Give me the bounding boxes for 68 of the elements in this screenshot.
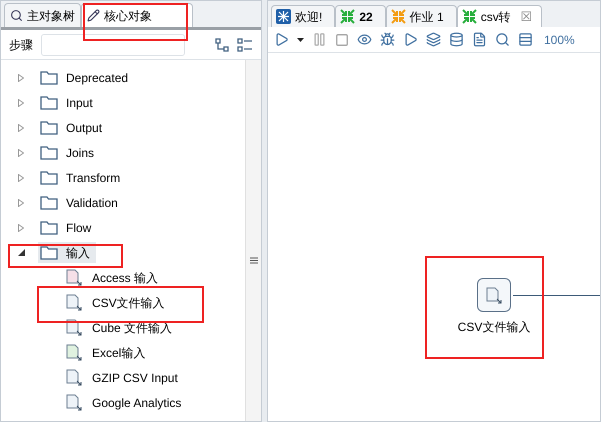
search-icon[interactable] [495, 32, 510, 47]
tree-item[interactable]: CSV文件输入 [18, 290, 245, 315]
editor-tab[interactable]: 欢迎! [271, 5, 336, 27]
folder-icon [40, 96, 58, 110]
step-file-icon [486, 286, 502, 304]
step-file-icon [66, 344, 82, 361]
step-node-label: CSV文件输入 [458, 319, 530, 336]
stop-icon[interactable] [335, 32, 349, 46]
folder-icon [40, 196, 58, 210]
editor-tab[interactable]: 22 [335, 5, 386, 27]
editor-tab[interactable]: 作业 1 [386, 5, 457, 27]
caret-icon[interactable] [297, 38, 304, 42]
search-icon [10, 9, 23, 22]
tree-item[interactable]: Transform [38, 167, 122, 188]
close-button[interactable]: ☒ [520, 6, 533, 26]
arrows-in-icon [340, 9, 356, 24]
tree-item[interactable]: Google Analytics [18, 390, 245, 415]
tree-item[interactable]: GZIP CSV Input [18, 365, 245, 390]
step-file-icon [66, 369, 82, 386]
database-icon[interactable] [449, 32, 464, 47]
pencil-icon [87, 9, 100, 22]
tree-item[interactable]: Access 输入 [18, 265, 245, 290]
step-node[interactable] [477, 278, 511, 312]
debug-icon[interactable] [380, 32, 395, 47]
step-file-icon [66, 319, 82, 336]
folder-icon [40, 246, 58, 260]
step-file-icon [66, 394, 82, 411]
expand-arrow-icon[interactable] [18, 224, 24, 232]
preview-icon[interactable] [357, 32, 372, 47]
editor-tab[interactable]: csv转 ☒ [456, 5, 542, 27]
folder-icon [40, 120, 58, 134]
expand-arrow-icon[interactable] [18, 124, 24, 132]
run-icon[interactable] [274, 32, 289, 47]
network-icon [276, 9, 291, 24]
expand-arrow-icon[interactable] [18, 98, 24, 106]
panel-tab[interactable]: 主对象树 [4, 3, 81, 27]
tree-item[interactable]: Flow [38, 217, 94, 238]
tree-item[interactable]: Deprecated [38, 67, 130, 88]
step-file-icon [66, 269, 82, 286]
collapse-arrow-icon[interactable] [18, 249, 25, 256]
list-view-icon[interactable] [237, 38, 253, 52]
folder-icon [40, 220, 58, 234]
tree-item[interactable]: Input [38, 92, 95, 113]
arrows-in-icon [390, 9, 406, 24]
folder-icon [40, 170, 58, 184]
grid-icon[interactable] [518, 32, 533, 47]
grip-icon[interactable] [250, 257, 258, 264]
tree-view-icon[interactable] [215, 38, 229, 52]
script-icon[interactable] [472, 32, 487, 47]
search-field[interactable] [41, 34, 185, 56]
scrollbar[interactable] [245, 60, 261, 421]
tree-item[interactable]: Excel输入 [18, 340, 245, 365]
step-file-icon [66, 294, 82, 311]
folder-icon [40, 146, 58, 160]
tree-item[interactable]: Joins [38, 142, 96, 163]
tree-item[interactable]: Validation [38, 192, 120, 213]
replay-icon[interactable] [403, 32, 418, 47]
tree-item[interactable]: Cube 文件输入 [18, 315, 245, 340]
tree-item[interactable]: 输入 [38, 242, 96, 263]
tree-item[interactable]: Output [38, 117, 104, 138]
expand-arrow-icon[interactable] [18, 198, 24, 206]
arrows-in-icon [462, 9, 477, 24]
expand-arrow-icon[interactable] [18, 148, 24, 156]
expand-arrow-icon[interactable] [18, 74, 24, 82]
layers-icon[interactable] [426, 32, 441, 47]
expand-arrow-icon[interactable] [18, 174, 24, 182]
folder-icon [40, 70, 58, 84]
search-label: 步骤 [9, 36, 33, 54]
